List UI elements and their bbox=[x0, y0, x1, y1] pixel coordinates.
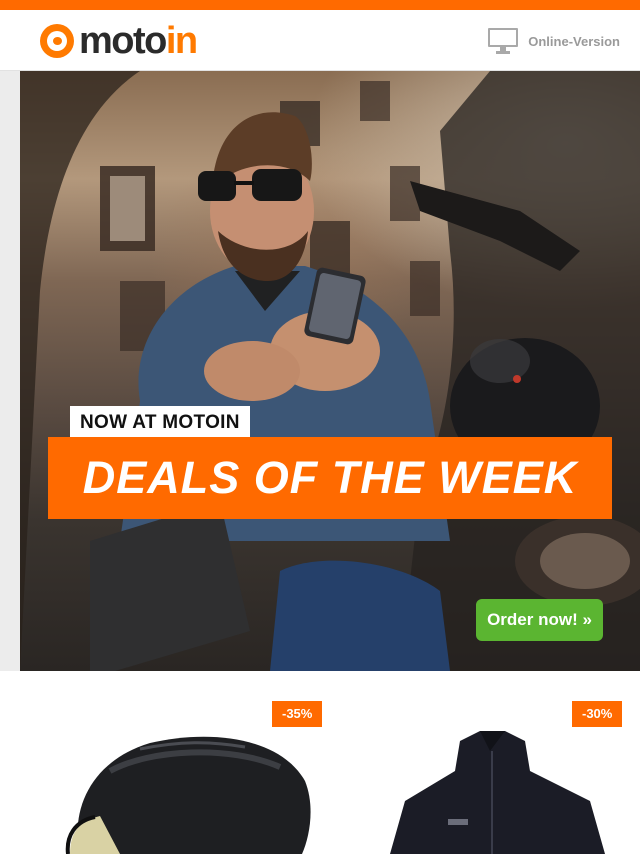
brand-wordmark-part1: moto bbox=[79, 20, 167, 62]
helmet-image bbox=[65, 736, 311, 854]
brand-wordmark: motoin bbox=[79, 20, 198, 62]
hero-kicker: NOW AT MOTOIN bbox=[70, 406, 250, 438]
order-now-button[interactable]: Order now! » bbox=[476, 599, 603, 641]
hero-headline: DEALS OF THE WEEK bbox=[82, 452, 578, 503]
hero-photo bbox=[20, 71, 640, 671]
online-version-link[interactable]: Online-Version bbox=[487, 26, 620, 56]
brand-wordmark-part2: in bbox=[165, 20, 198, 62]
online-version-label: Online-Version bbox=[528, 33, 620, 49]
top-accent-bar bbox=[0, 0, 640, 10]
hero-banner[interactable]: NOW AT MOTOIN DEALS OF THE WEEK Order no… bbox=[20, 71, 640, 671]
brand-logo[interactable]: motoin bbox=[40, 20, 198, 62]
left-gutter bbox=[0, 71, 20, 671]
email-header: motoin Online-Version bbox=[0, 10, 640, 71]
product-grid: -35% -30% bbox=[20, 671, 640, 854]
jacket-image bbox=[390, 731, 605, 854]
hero-headline-box: DEALS OF THE WEEK bbox=[48, 437, 612, 519]
product-card-jacket[interactable]: -30% bbox=[340, 671, 640, 854]
product-card-helmet[interactable]: -35% bbox=[40, 671, 340, 854]
motoin-logo-icon bbox=[40, 24, 74, 58]
monitor-icon bbox=[488, 28, 519, 54]
